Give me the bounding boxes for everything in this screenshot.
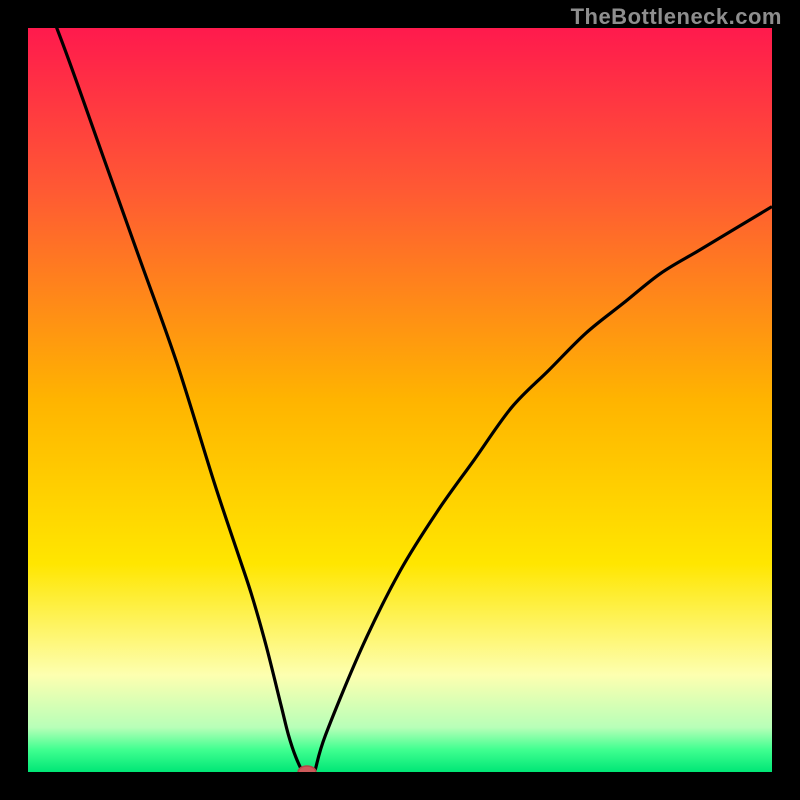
chart-plot bbox=[28, 28, 772, 772]
watermark-text: TheBottleneck.com bbox=[571, 4, 782, 30]
chart-frame: { "watermark": "TheBottleneck.com", "col… bbox=[0, 0, 800, 800]
optimum-marker bbox=[298, 766, 316, 772]
plot-background bbox=[28, 28, 772, 772]
